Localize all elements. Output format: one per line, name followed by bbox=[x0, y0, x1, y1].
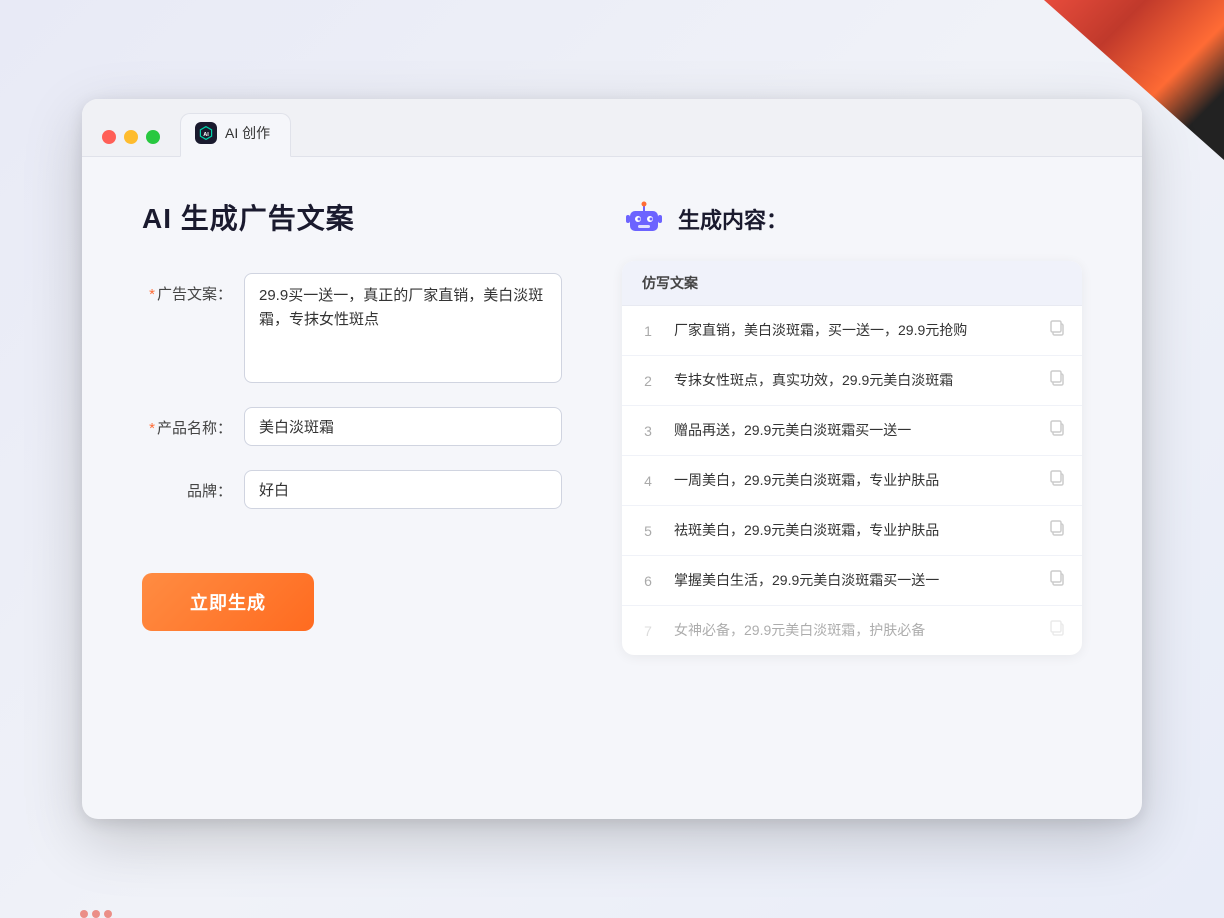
window-controls bbox=[102, 130, 160, 144]
row-text: 一周美白，29.9元美白淡斑霜，专业护肤品 bbox=[674, 470, 1032, 491]
table-row: 3 赠品再送，29.9元美白淡斑霜买一送一 bbox=[622, 406, 1082, 456]
product-required-star: * bbox=[149, 420, 155, 437]
brand-group: 品牌： bbox=[142, 470, 562, 509]
table-row: 1 厂家直销，美白淡斑霜，买一送一，29.9元抢购 bbox=[622, 306, 1082, 356]
product-name-group: *产品名称： bbox=[142, 407, 562, 446]
row-number: 4 bbox=[638, 473, 658, 489]
table-row: 4 一周美白，29.9元美白淡斑霜，专业护肤品 bbox=[622, 456, 1082, 506]
copy-icon[interactable] bbox=[1048, 569, 1066, 592]
robot-icon bbox=[622, 197, 666, 241]
maximize-button[interactable] bbox=[146, 130, 160, 144]
active-tab[interactable]: AI AI 创作 bbox=[180, 113, 291, 157]
svg-text:AI: AI bbox=[203, 132, 209, 138]
ad-copy-label: *广告文案： bbox=[142, 273, 232, 304]
result-rows-container: 1 厂家直销，美白淡斑霜，买一送一，29.9元抢购 2 专抹女性斑点，真实功效，29… bbox=[622, 306, 1082, 655]
table-row: 5 祛斑美白，29.9元美白淡斑霜，专业护肤品 bbox=[622, 506, 1082, 556]
tab-title: AI 创作 bbox=[225, 123, 270, 143]
product-name-label: *产品名称： bbox=[142, 407, 232, 438]
table-row: 7 女神必备，29.9元美白淡斑霜，护肤必备 bbox=[622, 606, 1082, 655]
product-name-input[interactable] bbox=[244, 407, 562, 446]
row-number: 1 bbox=[638, 323, 658, 339]
copy-icon[interactable] bbox=[1048, 519, 1066, 542]
copy-icon[interactable] bbox=[1048, 619, 1066, 642]
ad-required-star: * bbox=[149, 286, 155, 303]
generate-button[interactable]: 立即生成 bbox=[142, 573, 314, 631]
page-title: AI 生成广告文案 bbox=[142, 197, 562, 237]
row-text: 赠品再送，29.9元美白淡斑霜买一送一 bbox=[674, 420, 1032, 441]
table-header: 仿写文案 bbox=[622, 261, 1082, 306]
copy-icon[interactable] bbox=[1048, 319, 1066, 342]
table-row: 2 专抹女性斑点，真实功效，29.9元美白淡斑霜 bbox=[622, 356, 1082, 406]
result-table: 仿写文案 1 厂家直销，美白淡斑霜，买一送一，29.9元抢购 2 专抹女性斑点，真实… bbox=[622, 261, 1082, 655]
title-bar: AI AI 创作 bbox=[82, 99, 1142, 157]
brand-label: 品牌： bbox=[142, 470, 232, 501]
row-text: 祛斑美白，29.9元美白淡斑霜，专业护肤品 bbox=[674, 520, 1032, 541]
table-row: 6 掌握美白生活，29.9元美白淡斑霜买一送一 bbox=[622, 556, 1082, 606]
minimize-button[interactable] bbox=[124, 130, 138, 144]
right-panel: 生成内容： 仿写文案 1 厂家直销，美白淡斑霜，买一送一，29.9元抢购 2 专抹女… bbox=[622, 197, 1082, 655]
copy-icon[interactable] bbox=[1048, 419, 1066, 442]
ad-copy-input[interactable] bbox=[244, 273, 562, 383]
ai-logo-icon: AI bbox=[195, 122, 217, 144]
row-text: 掌握美白生活，29.9元美白淡斑霜买一送一 bbox=[674, 570, 1032, 591]
ad-copy-group: *广告文案： bbox=[142, 273, 562, 383]
row-text: 专抹女性斑点，真实功效，29.9元美白淡斑霜 bbox=[674, 370, 1032, 391]
row-number: 5 bbox=[638, 523, 658, 539]
result-header: 生成内容： bbox=[622, 197, 1082, 241]
row-number: 7 bbox=[638, 623, 658, 639]
bg-decoration-bl bbox=[80, 910, 112, 918]
copy-icon[interactable] bbox=[1048, 369, 1066, 392]
row-text: 女神必备，29.9元美白淡斑霜，护肤必备 bbox=[674, 620, 1032, 641]
left-panel: AI 生成广告文案 *广告文案： *产品名称： 品牌： 立 bbox=[142, 197, 562, 655]
result-title: 生成内容： bbox=[678, 203, 788, 235]
brand-input[interactable] bbox=[244, 470, 562, 509]
main-content: AI 生成广告文案 *广告文案： *产品名称： 品牌： 立 bbox=[82, 157, 1142, 695]
row-text: 厂家直销，美白淡斑霜，买一送一，29.9元抢购 bbox=[674, 320, 1032, 341]
row-number: 3 bbox=[638, 423, 658, 439]
close-button[interactable] bbox=[102, 130, 116, 144]
row-number: 6 bbox=[638, 573, 658, 589]
browser-window: AI AI 创作 AI 生成广告文案 *广告文案： *产品名称： bbox=[82, 99, 1142, 819]
copy-icon[interactable] bbox=[1048, 469, 1066, 492]
row-number: 2 bbox=[638, 373, 658, 389]
